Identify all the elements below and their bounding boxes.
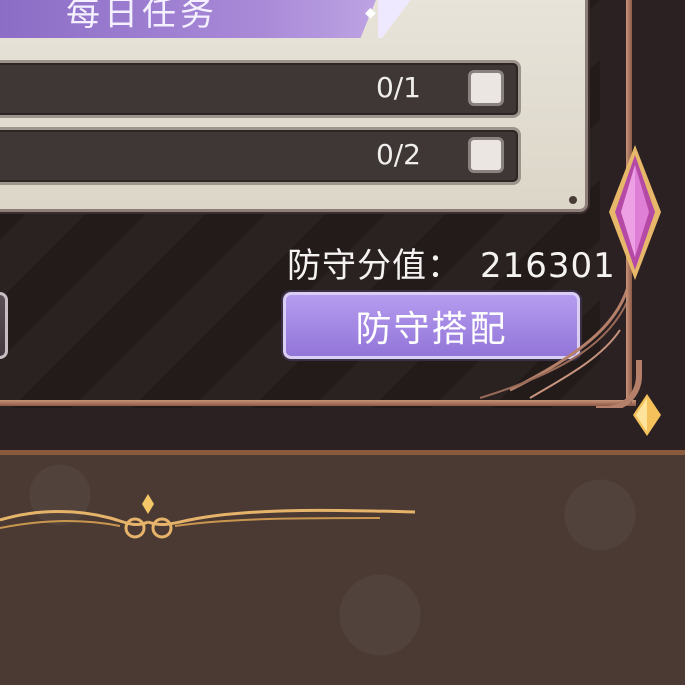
task-row: 0/1 [0, 60, 521, 118]
frame-base-band [0, 408, 685, 455]
pink-gem-icon [609, 145, 661, 280]
task-checkbox[interactable] [468, 70, 504, 106]
task-progress: 0/1 [375, 71, 421, 104]
task-checkbox[interactable] [468, 137, 504, 173]
task-progress: 0/2 [375, 138, 421, 171]
diamond-sparkle-icon: ◆ [365, 5, 376, 21]
left-button-partial[interactable] [0, 292, 8, 359]
gold-gem-icon [633, 394, 661, 436]
defense-score-label: 防守分值： [287, 246, 462, 286]
gold-flourish-ornament [0, 494, 416, 539]
daily-tasks-title: 每日任务 [66, 0, 218, 34]
task-row: 0/2 [0, 127, 521, 185]
card-rivet [569, 196, 577, 204]
frame-bottom-edge [0, 400, 636, 406]
